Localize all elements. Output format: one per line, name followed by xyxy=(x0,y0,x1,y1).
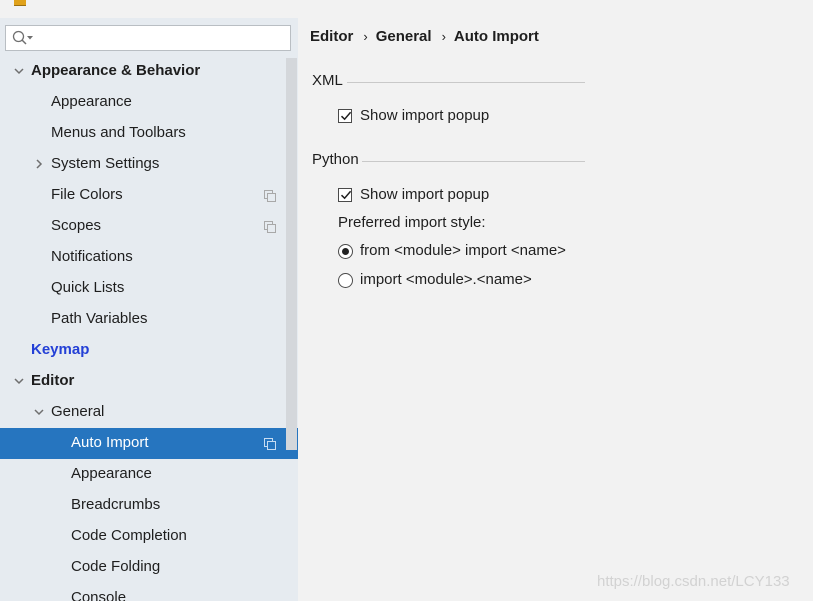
sidebar-scrollbar[interactable] xyxy=(285,58,298,601)
tree-item-label: Keymap xyxy=(31,341,90,358)
tree-item[interactable]: General xyxy=(0,397,298,428)
tree-item[interactable]: File Colors xyxy=(0,180,298,211)
tree-item-label: Editor xyxy=(31,372,75,389)
section-divider xyxy=(362,161,585,162)
project-level-icon xyxy=(264,190,276,202)
settings-content: Editor › General › Auto Import XML Show impo… xyxy=(298,18,813,601)
breadcrumb-item-general[interactable]: General xyxy=(376,28,432,45)
section-divider xyxy=(347,82,585,83)
tree-item-label: Path Variables xyxy=(51,310,148,327)
tree-item[interactable]: Breadcrumbs xyxy=(0,490,298,521)
search-box[interactable] xyxy=(5,25,291,51)
tree-item[interactable]: Code Folding xyxy=(0,552,298,583)
tree-item[interactable]: Appearance xyxy=(0,87,298,118)
settings-sidebar: Appearance & Behavior Appearance Menus and… xyxy=(0,18,298,601)
tree-item[interactable]: Quick Lists xyxy=(0,273,298,304)
search-icon[interactable] xyxy=(12,30,34,46)
checkbox-box[interactable] xyxy=(338,188,352,202)
tree-item[interactable]: Auto Import xyxy=(0,428,298,459)
section-title-python: Python xyxy=(312,151,359,168)
radio-button[interactable] xyxy=(338,244,353,259)
check-icon xyxy=(340,111,352,121)
search-input[interactable] xyxy=(38,28,286,48)
project-level-icon xyxy=(264,221,276,233)
tree-item-label: Notifications xyxy=(51,248,133,265)
tree-item-label: Appearance xyxy=(51,93,132,110)
chevron-down-icon[interactable] xyxy=(14,376,24,386)
tree-item-label: Quick Lists xyxy=(51,279,125,296)
tree-item-label: Breadcrumbs xyxy=(71,496,161,513)
checkbox-label: Show import popup xyxy=(360,186,490,203)
breadcrumb: Editor › General › Auto Import xyxy=(310,28,539,45)
tree-item[interactable]: Keymap xyxy=(0,335,298,366)
breadcrumb-separator: › xyxy=(441,29,446,44)
tree-item-label: General xyxy=(51,403,105,420)
section-title-xml: XML xyxy=(312,72,343,89)
chevron-right-icon[interactable] xyxy=(34,159,44,169)
preferred-import-style-label: Preferred import style: xyxy=(338,214,486,231)
checkbox-label: Show import popup xyxy=(360,107,490,124)
breadcrumb-separator: › xyxy=(363,29,368,44)
tree-item-label: Appearance xyxy=(71,465,152,482)
tree-item[interactable]: Appearance xyxy=(0,459,298,490)
tree-item-label: Auto Import xyxy=(71,434,149,451)
tree-item[interactable]: Path Variables xyxy=(0,304,298,335)
tree-item[interactable]: System Settings xyxy=(0,149,298,180)
tree-item-label: System Settings xyxy=(51,155,160,172)
tree-item-label: Appearance & Behavior xyxy=(31,62,201,79)
tree-item[interactable]: Appearance & Behavior xyxy=(0,56,298,87)
radio-label: import <module>.<name> xyxy=(360,271,532,288)
tree-item[interactable]: Editor xyxy=(0,366,298,397)
tree-item-label: Scopes xyxy=(51,217,102,234)
radio-label: from <module> import <name> xyxy=(360,242,566,259)
check-icon xyxy=(340,190,352,200)
radio-button[interactable] xyxy=(338,273,353,288)
scrollbar-thumb[interactable] xyxy=(286,58,297,450)
window-title-bar xyxy=(0,0,813,18)
tree-item[interactable]: Menus and Toolbars xyxy=(0,118,298,149)
tree-item-label: Code Completion xyxy=(71,527,187,544)
project-level-icon xyxy=(264,438,276,450)
tree-item-label: File Colors xyxy=(51,186,123,203)
tree-item[interactable]: Code Completion xyxy=(0,521,298,552)
tree-item-label: Code Folding xyxy=(71,558,161,575)
checkbox-box[interactable] xyxy=(338,109,352,123)
tree-item-label: Menus and Toolbars xyxy=(51,124,186,141)
chevron-down-icon[interactable] xyxy=(14,66,24,76)
radio-selected-dot xyxy=(342,248,349,255)
tree-item[interactable]: Notifications xyxy=(0,242,298,273)
breadcrumb-item-editor[interactable]: Editor xyxy=(310,28,353,45)
tree-item[interactable]: Scopes xyxy=(0,211,298,242)
tree-item[interactable]: Console xyxy=(0,583,298,601)
watermark: https://blog.csdn.net/LCY133 xyxy=(597,573,790,590)
breadcrumb-item-auto-import: Auto Import xyxy=(453,28,539,45)
chevron-down-icon[interactable] xyxy=(34,407,44,417)
app-logo-icon xyxy=(14,0,26,6)
tree-item-label: Console xyxy=(71,589,127,601)
